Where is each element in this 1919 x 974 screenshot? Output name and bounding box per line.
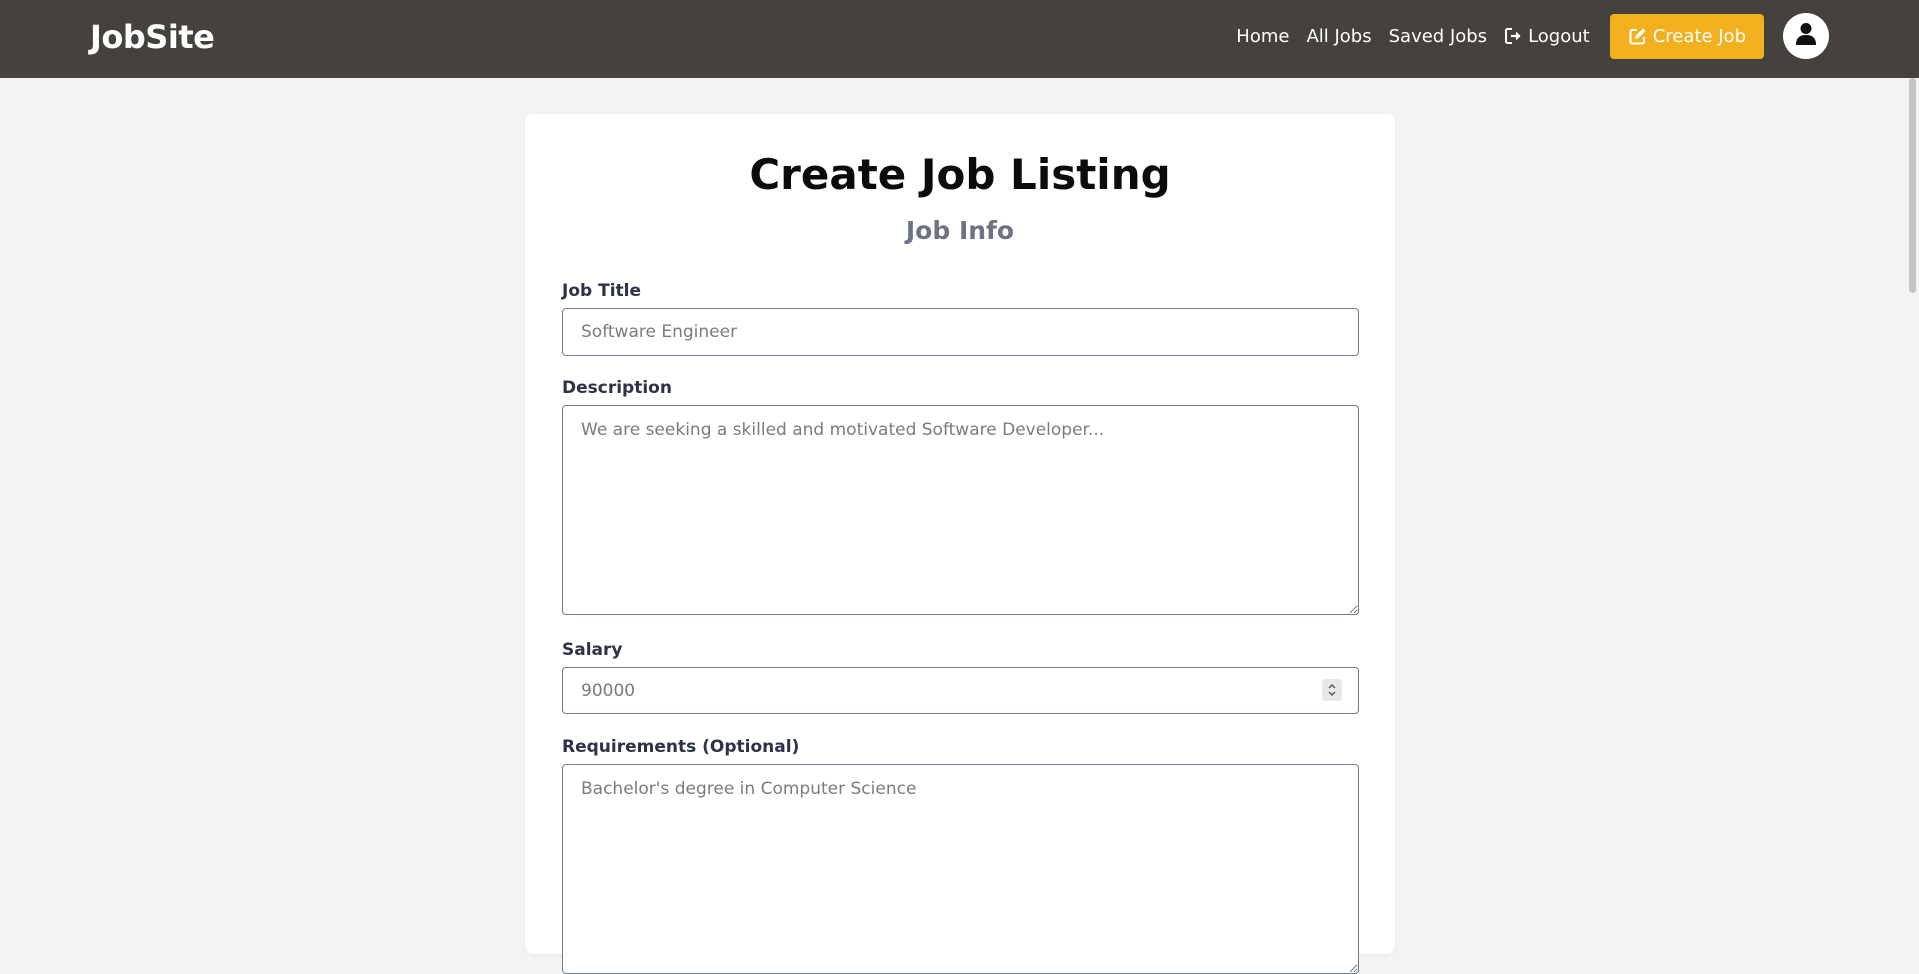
requirements-textarea[interactable] bbox=[562, 764, 1359, 974]
page-scrollbar[interactable] bbox=[1905, 78, 1919, 934]
salary-field-wrapper bbox=[562, 667, 1359, 714]
nav-saved-jobs-label: Saved Jobs bbox=[1388, 25, 1488, 47]
user-avatar-button[interactable] bbox=[1783, 13, 1829, 59]
nav-logout-link[interactable]: Logout bbox=[1504, 26, 1590, 47]
create-job-label: Create Job bbox=[1652, 25, 1746, 47]
requirements-label: Requirements (Optional) bbox=[562, 737, 800, 757]
create-job-card: Create Job Listing Job Info Job Title De… bbox=[525, 114, 1395, 974]
salary-stepper[interactable] bbox=[1322, 679, 1342, 701]
job-title-input[interactable] bbox=[562, 308, 1359, 356]
section-heading: Job Info bbox=[905, 216, 1015, 245]
salary-label: Salary bbox=[562, 640, 623, 660]
salary-input[interactable] bbox=[562, 667, 1359, 714]
nav-all-jobs-label: All Jobs bbox=[1306, 25, 1372, 47]
chevron-down-icon bbox=[1328, 691, 1336, 696]
description-textarea[interactable] bbox=[562, 405, 1359, 615]
nav-home-label: Home bbox=[1236, 25, 1290, 47]
create-job-button[interactable]: Create Job bbox=[1609, 13, 1764, 59]
top-navbar: JobSite Home All Jobs Saved Jobs Logout bbox=[0, 0, 1919, 78]
edit-icon bbox=[1628, 26, 1648, 46]
page-title: Create Job Listing bbox=[749, 150, 1171, 199]
nav-logout-label: Logout bbox=[1528, 25, 1590, 47]
user-icon bbox=[1795, 22, 1817, 50]
scrollbar-thumb[interactable] bbox=[1909, 78, 1916, 293]
nav-links: Home All Jobs Saved Jobs Logout Create J… bbox=[1236, 13, 1829, 59]
brand-logo[interactable]: JobSite bbox=[90, 18, 215, 56]
job-title-label: Job Title bbox=[562, 281, 641, 301]
nav-all-jobs-link[interactable]: All Jobs bbox=[1306, 26, 1371, 47]
chevron-up-icon bbox=[1328, 684, 1336, 689]
nav-home-link[interactable]: Home bbox=[1236, 26, 1289, 47]
nav-saved-jobs-link[interactable]: Saved Jobs bbox=[1389, 26, 1487, 47]
sign-out-icon bbox=[1504, 26, 1524, 46]
description-label: Description bbox=[562, 378, 672, 398]
